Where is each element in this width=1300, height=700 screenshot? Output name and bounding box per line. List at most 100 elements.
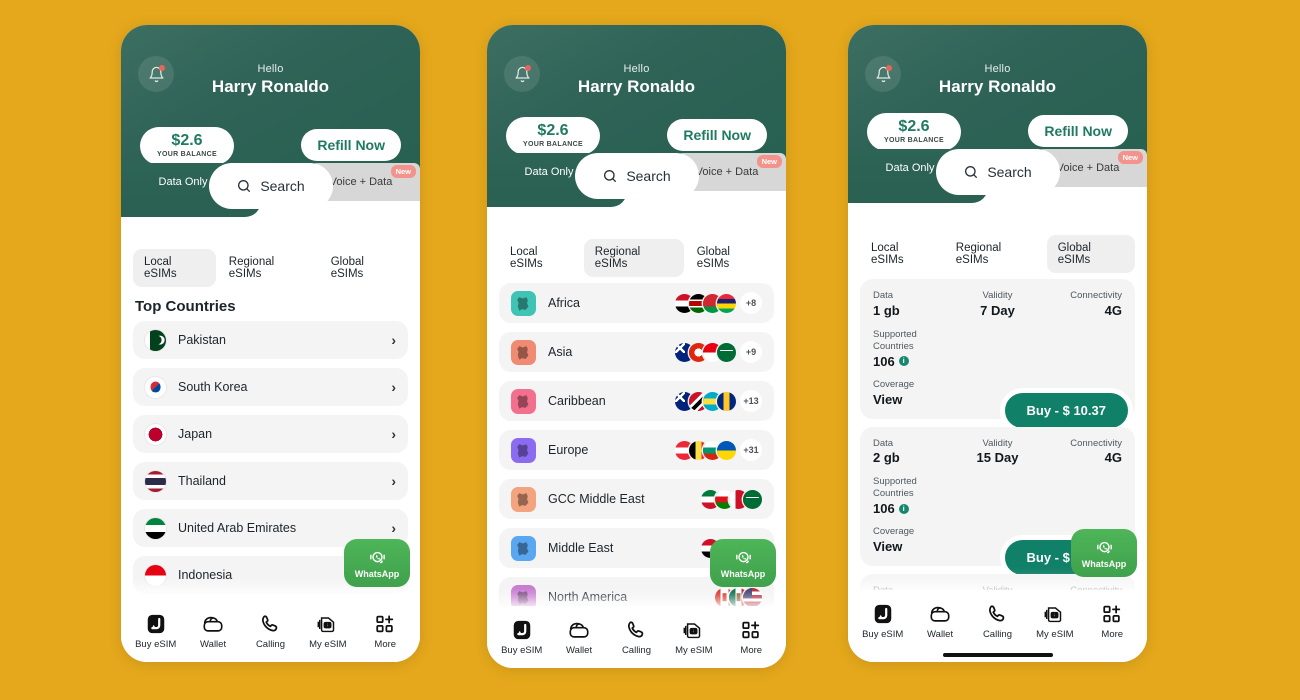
subtab-global-esims[interactable]: Global eSIMs xyxy=(1046,235,1135,273)
greeting-block: Hello Harry Ronaldo xyxy=(487,63,786,97)
supported-countries-label: Supported Countries xyxy=(873,476,917,500)
nav-item-label: Wallet xyxy=(566,645,593,656)
region-map-icon xyxy=(511,339,536,365)
search-button[interactable]: Search xyxy=(578,157,695,195)
region-flag-stack: +8 xyxy=(675,292,762,314)
nav-item-buy-esim[interactable]: Buy eSIM xyxy=(857,602,909,640)
whatsapp-label: WhatsApp xyxy=(720,569,766,579)
subtab-regional-esims[interactable]: Regional eSIMs xyxy=(583,239,684,277)
chevron-right-icon: › xyxy=(391,379,396,395)
subtab-local-esims[interactable]: Local eSIMs xyxy=(133,249,216,287)
my-esim-icon xyxy=(1044,602,1066,625)
nav-item-calling[interactable]: Calling xyxy=(610,618,662,656)
chevron-right-icon: › xyxy=(391,332,396,348)
nav-item-label: More xyxy=(1101,629,1124,640)
country-row[interactable]: South Korea › xyxy=(133,368,408,406)
nav-item-wallet[interactable]: Wallet xyxy=(553,618,605,656)
chevron-right-icon: › xyxy=(391,473,396,489)
segmented-tabs: Data Only Voice + Data New Search xyxy=(848,149,1147,225)
connectivity-value: 4G xyxy=(1104,450,1122,466)
refill-now-button[interactable]: Refill Now xyxy=(301,129,401,161)
whatsapp-label: WhatsApp xyxy=(1081,559,1127,569)
country-row[interactable]: Japan › xyxy=(133,415,408,453)
nav-item-more[interactable]: More xyxy=(1086,602,1138,640)
region-name: Asia xyxy=(548,345,573,359)
region-row[interactable]: Asia +9 xyxy=(499,332,774,372)
region-map-icon xyxy=(511,486,536,512)
nav-item-label: My eSIM xyxy=(1036,629,1074,640)
region-row[interactable]: Caribbean +13 xyxy=(499,381,774,421)
subtab-local-esims[interactable]: Local eSIMs xyxy=(860,235,943,273)
nav-item-label: More xyxy=(740,645,763,656)
country-name: Japan xyxy=(178,427,213,441)
new-badge: New xyxy=(1117,151,1143,164)
nav-item-wallet[interactable]: Wallet xyxy=(187,612,239,650)
nav-item-my-esim[interactable]: My eSIM xyxy=(302,612,354,650)
nav-item-buy-esim[interactable]: Buy eSIM xyxy=(496,618,548,656)
nav-item-my-esim[interactable]: My eSIM xyxy=(1029,602,1081,640)
phone-icon xyxy=(986,602,1008,625)
subtab-local-esims[interactable]: Local eSIMs xyxy=(499,239,582,277)
flag-pk xyxy=(145,329,166,351)
phone-icon xyxy=(625,618,647,641)
connectivity-label: Connectivity xyxy=(1070,290,1122,301)
whatsapp-fab-button[interactable]: WhatsApp xyxy=(710,539,776,587)
region-flag-stack xyxy=(701,489,762,509)
data-label: Data xyxy=(873,437,894,449)
home-indicator xyxy=(942,653,1053,657)
nav-item-my-esim[interactable]: My eSIM xyxy=(668,618,720,656)
whatsapp-fab-button[interactable]: WhatsApp xyxy=(1071,529,1137,577)
whatsapp-icon xyxy=(735,551,751,564)
esim-type-tabs: Local eSIMs Regional eSIMs Global eSIMs xyxy=(848,225,1147,279)
esim-type-tabs: Local eSIMs Regional eSIMs Global eSIMs xyxy=(487,229,786,283)
nav-item-more[interactable]: More xyxy=(359,612,411,650)
subtab-regional-esims[interactable]: Regional eSIMs xyxy=(218,249,318,287)
sim-card-icon xyxy=(872,602,894,625)
nav-item-label: Buy eSIM xyxy=(135,639,177,650)
plan-card: Data 1 gb Validity 7 Day Connectivity 4G Suppo… xyxy=(860,279,1135,428)
balance-label: YOUR BALANCE xyxy=(523,141,583,148)
region-name: Africa xyxy=(548,296,580,310)
refill-now-button[interactable]: Refill Now xyxy=(1028,115,1128,147)
nav-item-calling[interactable]: Calling xyxy=(244,612,296,650)
buy-button[interactable]: Buy - $ 10.37 xyxy=(1004,392,1128,428)
nav-item-calling[interactable]: Calling xyxy=(971,602,1023,640)
region-flag-stack: +13 xyxy=(675,390,762,412)
nav-item-label: Calling xyxy=(982,629,1012,640)
flag-ua xyxy=(717,440,736,460)
region-name: North America xyxy=(548,590,628,604)
region-name: Middle East xyxy=(548,541,614,555)
supported-countries-value: 106 xyxy=(873,501,895,517)
coverage-value[interactable]: View xyxy=(873,539,914,554)
search-button[interactable]: Search xyxy=(939,153,1056,191)
nav-item-wallet[interactable]: Wallet xyxy=(914,602,966,640)
subtab-global-esims[interactable]: Global eSIMs xyxy=(320,249,408,287)
subtab-global-esims[interactable]: Global eSIMs xyxy=(686,239,774,277)
balance-pill[interactable]: $2.6 YOUR BALANCE xyxy=(506,117,600,155)
info-icon[interactable]: i xyxy=(898,503,909,514)
nav-item-more[interactable]: More xyxy=(725,618,777,656)
flag-th xyxy=(145,470,166,492)
region-row[interactable]: Africa +8 xyxy=(499,283,774,323)
search-icon xyxy=(604,170,617,182)
balance-pill[interactable]: $2.6 YOUR BALANCE xyxy=(140,127,234,165)
country-row[interactable]: Thailand › xyxy=(133,462,408,500)
whatsapp-fab-button[interactable]: WhatsApp xyxy=(344,539,410,587)
country-row[interactable]: Pakistan › xyxy=(133,321,408,359)
supported-countries-value: 106 xyxy=(873,353,895,369)
info-icon[interactable]: i xyxy=(898,356,909,367)
subtab-regional-esims[interactable]: Regional eSIMs xyxy=(945,235,1045,273)
greeting-hello: Hello xyxy=(257,63,284,75)
nav-item-label: Buy eSIM xyxy=(501,645,543,656)
region-row[interactable]: GCC Middle East xyxy=(499,479,774,519)
nav-item-buy-esim[interactable]: Buy eSIM xyxy=(130,612,182,650)
refill-now-button[interactable]: Refill Now xyxy=(667,119,767,151)
region-map-icon xyxy=(511,290,536,316)
balance-pill[interactable]: $2.6 YOUR BALANCE xyxy=(867,113,961,151)
coverage-value[interactable]: View xyxy=(873,392,914,407)
validity-label: Validity xyxy=(982,437,1013,449)
segmented-tabs: Data Only Voice + Data New Search xyxy=(121,163,420,239)
grid-plus-icon xyxy=(1101,602,1123,625)
search-button[interactable]: Search xyxy=(212,167,329,205)
region-row[interactable]: Europe +31 xyxy=(499,430,774,470)
